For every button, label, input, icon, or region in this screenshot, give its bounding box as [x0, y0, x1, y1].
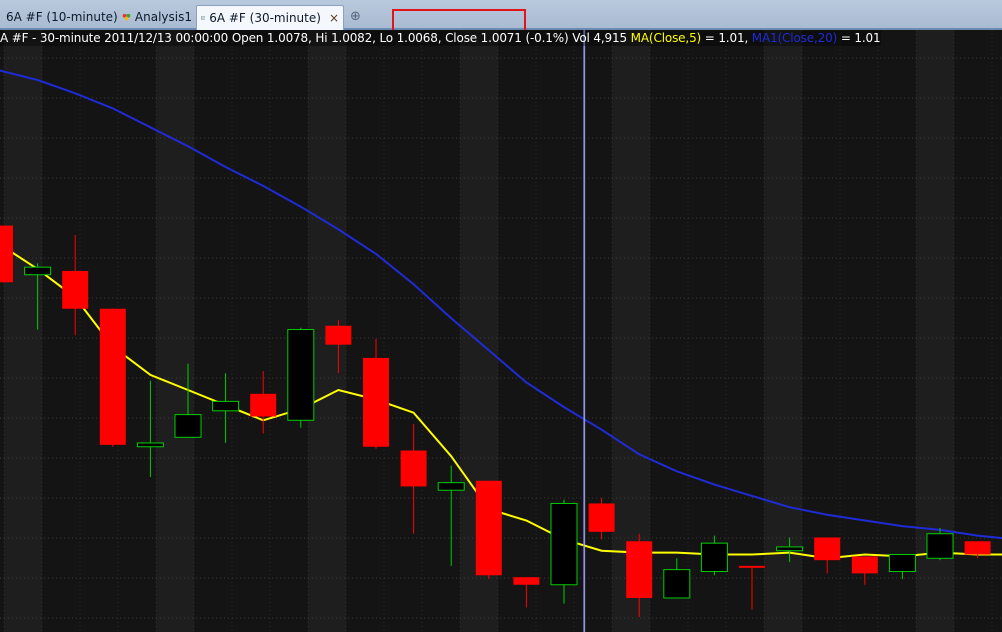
- candle-body: [926, 533, 954, 559]
- candle-body: [739, 565, 765, 568]
- chart-column-band: [4, 30, 42, 632]
- chart-tab-bar: 6A #F (10-minute) Analysis1 6A #F (30-mi…: [0, 0, 1002, 64]
- quote-info-line: A #F - 30-minute 2011/12/13 00:00:00 Ope…: [0, 30, 881, 46]
- candle-body: [513, 577, 540, 585]
- candle-body: [888, 553, 916, 573]
- tab-label: 6A #F (30-minute): [209, 11, 321, 25]
- candle-body: [776, 546, 804, 552]
- candle: [99, 308, 126, 447]
- candle-body: [851, 556, 878, 574]
- candle: [287, 327, 315, 428]
- candle-body: [814, 537, 841, 561]
- candle-body: [287, 329, 315, 421]
- quote-summary: A #F - 30-minute 2011/12/13 00:00:00 Ope…: [0, 31, 631, 45]
- candle-body: [363, 357, 389, 447]
- ma20-value: = 1.01: [837, 31, 881, 45]
- candle-body: [250, 393, 277, 417]
- candle-body: [964, 541, 991, 555]
- candle-body: [475, 480, 502, 576]
- ma5-value: = 1.01,: [701, 31, 752, 45]
- candle: [475, 480, 502, 580]
- candle-body: [24, 266, 52, 276]
- ma20-label: MA1(Close,20): [751, 31, 838, 45]
- candle-body: [437, 482, 465, 491]
- candle-body: [0, 225, 13, 283]
- ma5-label: MA(Close,5): [630, 31, 702, 45]
- candle-body: [62, 270, 89, 309]
- price-chart[interactable]: [0, 30, 1002, 632]
- candle-body: [212, 400, 240, 412]
- close-tab-icon[interactable]: ×: [329, 11, 339, 25]
- candle-body: [99, 308, 126, 445]
- new-tab-icon[interactable]: ⊕: [350, 9, 361, 24]
- candle: [0, 225, 13, 283]
- candle-body: [550, 502, 578, 586]
- tab-analysis1[interactable]: Analysis1: [118, 6, 196, 28]
- chart-icon: [201, 16, 206, 20]
- candle-body: [400, 450, 427, 487]
- analysis-icon: [122, 13, 131, 21]
- candle-body: [174, 414, 202, 438]
- candle-body: [626, 541, 653, 598]
- candle-body: [700, 542, 728, 573]
- chart-column-band: [156, 30, 194, 632]
- tab-6a-30-minute[interactable]: 6A #F (30-minute) ×: [196, 5, 344, 30]
- tab-label: 6A #F (10-minute): [6, 10, 118, 24]
- chart-column-band: [764, 30, 802, 632]
- candle-body: [136, 442, 164, 448]
- tab-6a-10-minute[interactable]: 6A #F (10-minute): [0, 6, 118, 28]
- candle-body: [325, 325, 352, 345]
- candle-body: [663, 569, 691, 599]
- candle-body: [588, 503, 615, 532]
- tab-label: Analysis1: [134, 10, 192, 24]
